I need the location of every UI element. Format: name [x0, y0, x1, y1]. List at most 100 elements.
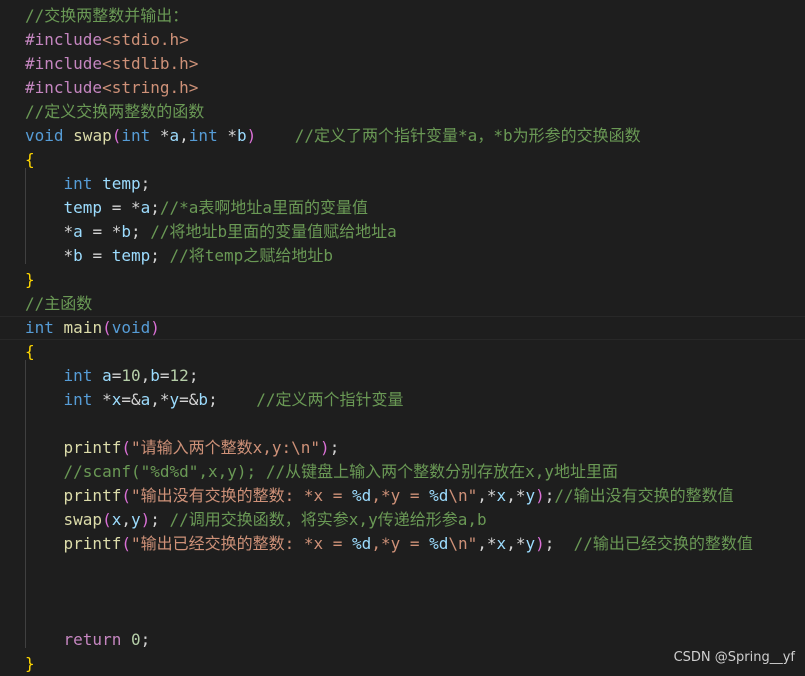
- code-line[interactable]: #include<stdio.h>: [0, 28, 805, 52]
- code-token-plain: =: [159, 366, 170, 385]
- code-token-type: int: [121, 126, 151, 145]
- code-line-content: }: [25, 268, 35, 292]
- code-token-plain: =: [82, 246, 112, 265]
- code-token-paren: ): [150, 318, 160, 337]
- code-token-var: a: [73, 222, 83, 241]
- code-line[interactable]: int a=10,b=12;: [0, 364, 805, 388]
- code-token-comment: //*a表啊地址a里面的变量值: [159, 198, 369, 217]
- code-token-func: swap: [73, 126, 112, 145]
- code-token-paren: ): [535, 486, 545, 505]
- code-token-bracket: }: [25, 270, 35, 289]
- code-token-paren: (: [102, 318, 112, 337]
- code-token-func: main: [63, 318, 103, 337]
- code-token-func: printf: [63, 486, 122, 505]
- code-line[interactable]: [0, 604, 805, 628]
- code-line[interactable]: printf("请输入两个整数x,y:\n");: [0, 436, 805, 460]
- code-line[interactable]: [0, 412, 805, 436]
- code-line[interactable]: //交换两整数并输出：: [0, 4, 805, 28]
- code-token-comment: //将地址b里面的变量值赋给地址a: [150, 222, 397, 241]
- code-token-num: 12: [169, 366, 189, 385]
- code-token-fmt: %d: [429, 534, 449, 553]
- code-line[interactable]: [0, 580, 805, 604]
- code-token-plain: ;: [329, 438, 340, 457]
- code-editor[interactable]: //交换两整数并输出： #include<stdio.h> #include<std…: [0, 0, 805, 673]
- code-token-type: int: [63, 174, 93, 193]
- code-line[interactable]: {: [0, 340, 805, 364]
- code-line-content: //交换两整数并输出：: [25, 4, 188, 28]
- code-token-var: x: [496, 534, 507, 553]
- code-token-var: y: [525, 486, 536, 505]
- code-line-content: #include<string.h>: [25, 76, 198, 100]
- code-token-var: a: [102, 366, 112, 385]
- code-token-var: a: [140, 390, 151, 409]
- code-line-content: int temp;: [25, 172, 151, 196]
- code-line[interactable]: void swap(int *a,int *b) //定义了两个指针变量*a，*…: [0, 124, 805, 148]
- code-token-fmt: %d: [429, 486, 449, 505]
- watermark: CSDN @Spring__yf: [673, 650, 795, 665]
- code-token-str: "输出已经交换的整数: *x =: [130, 534, 353, 553]
- code-token-comment: //输出没有交换的整数值: [554, 486, 734, 505]
- code-token-str: ,*y =: [371, 534, 430, 553]
- code-line-content: int *x=&a,*y=&b; //定义两个指针变量: [25, 388, 404, 412]
- code-token-plain: ,*: [477, 486, 497, 505]
- code-token-type: int: [63, 390, 93, 409]
- code-token-include: <string.h>: [102, 78, 199, 97]
- code-token-plain: *: [217, 126, 237, 145]
- code-token-type: void: [111, 318, 151, 337]
- code-line[interactable]: printf("输出没有交换的整数: *x = %d,*y = %d\n",*x…: [0, 484, 805, 508]
- code-line[interactable]: //scanf("%d%d",x,y); //从键盘上输入两个整数分别存放在x,…: [0, 460, 805, 484]
- code-token-var: x: [496, 486, 507, 505]
- code-token-plain: *: [92, 390, 112, 409]
- code-token-comment: //定义两个指针变量: [256, 390, 404, 409]
- code-line-content: *a = *b; //将地址b里面的变量值赋给地址a: [25, 220, 397, 244]
- code-token-str: "输出没有交换的整数: *x =: [130, 486, 353, 505]
- code-line[interactable]: int main(void): [0, 316, 805, 340]
- code-token-macro: #include: [25, 30, 103, 49]
- code-line[interactable]: [0, 556, 805, 580]
- code-token-paren: ): [140, 510, 151, 529]
- code-line[interactable]: *b = temp; //将temp之赋给地址b: [0, 244, 805, 268]
- code-line[interactable]: int temp;: [0, 172, 805, 196]
- code-token-str: ,*y =: [371, 486, 430, 505]
- code-token-type: int: [188, 126, 218, 145]
- code-token-paren: (: [102, 510, 112, 529]
- code-line[interactable]: //定义交换两整数的函数: [0, 100, 805, 124]
- code-token-plain: ,*: [506, 486, 526, 505]
- code-line[interactable]: *a = *b; //将地址b里面的变量值赋给地址a: [0, 220, 805, 244]
- code-token-kw: return: [63, 630, 122, 649]
- code-token-fmt: %d: [352, 486, 372, 505]
- code-line[interactable]: swap(x,y); //调用交换函数，将实参x,y传递给形参a,b: [0, 508, 805, 532]
- code-token-plain: ,: [121, 510, 131, 529]
- code-line[interactable]: #include<string.h>: [0, 76, 805, 100]
- code-line-content: return 0;: [25, 628, 151, 652]
- code-token-comment: //scanf("%d%d",x,y); //从键盘上输入两个整数分别存放在x,…: [63, 462, 618, 481]
- code-token-plain: ,*: [150, 390, 170, 409]
- code-token-var: temp: [111, 246, 151, 265]
- code-token-num: 10: [121, 366, 141, 385]
- code-token-plain: ;: [150, 246, 170, 265]
- code-token-str: \n": [448, 486, 478, 505]
- code-token-plain: =: [111, 366, 122, 385]
- code-line[interactable]: {: [0, 148, 805, 172]
- code-line[interactable]: }: [0, 268, 805, 292]
- code-token-var: b: [73, 246, 83, 265]
- code-line[interactable]: printf("输出已经交换的整数: *x = %d,*y = %d\n",*x…: [0, 532, 805, 556]
- code-token-plain: ;: [130, 222, 151, 241]
- code-token-var: y: [525, 534, 536, 553]
- code-token-bracket: {: [25, 150, 35, 169]
- code-line[interactable]: temp = *a;//*a表啊地址a里面的变量值: [0, 196, 805, 220]
- code-line[interactable]: int *x=&a,*y=&b; //定义两个指针变量: [0, 388, 805, 412]
- code-line-content: }: [25, 652, 35, 676]
- code-line[interactable]: //主函数: [0, 292, 805, 316]
- code-line[interactable]: #include<stdlib.h>: [0, 52, 805, 76]
- code-line[interactable]: return 0;: [0, 628, 805, 652]
- code-token-var: a: [169, 126, 180, 145]
- code-line-content: int main(void): [25, 317, 160, 339]
